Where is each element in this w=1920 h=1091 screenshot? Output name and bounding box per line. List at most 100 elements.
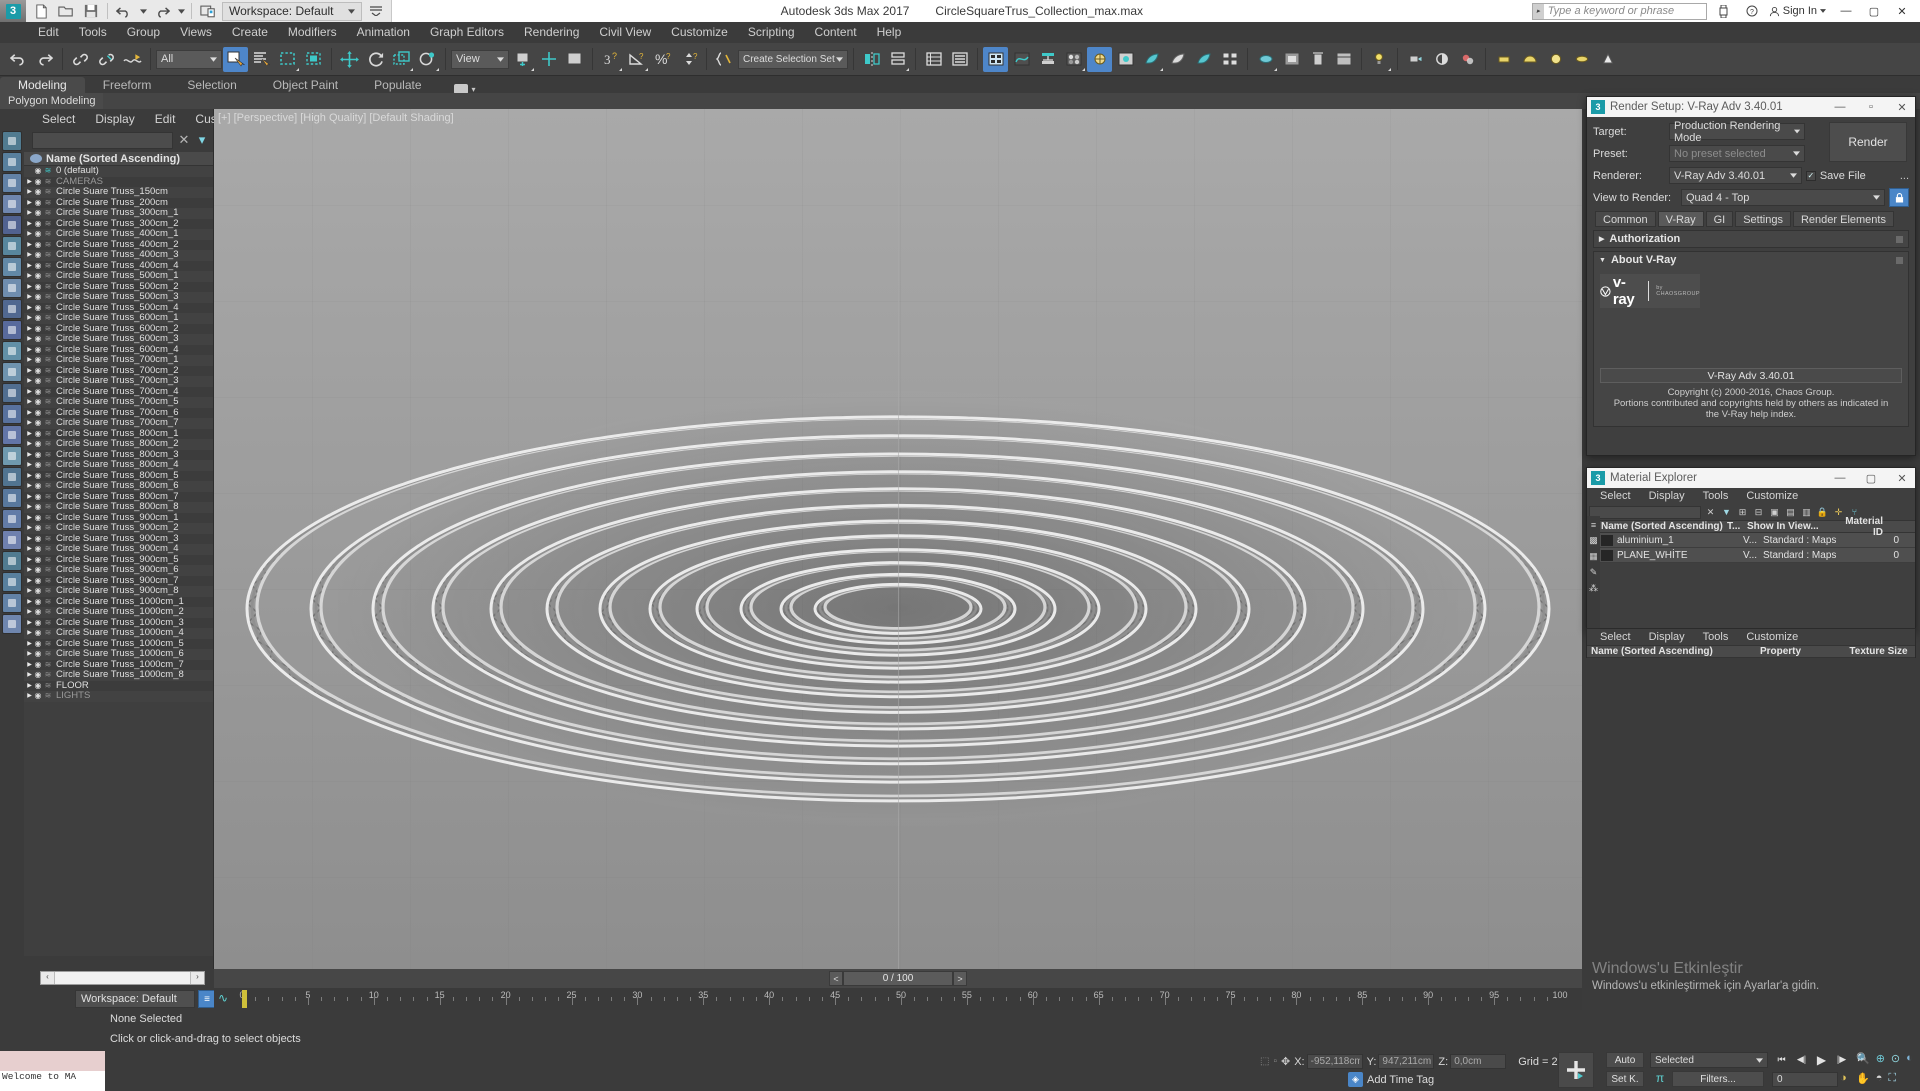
layer-stack-icon[interactable]: ≋ xyxy=(43,649,53,660)
expand-triangle-icon[interactable]: ▶ xyxy=(26,376,33,387)
select-and-place-icon[interactable] xyxy=(415,47,440,72)
visibility-eye-icon[interactable]: ◉ xyxy=(33,355,43,366)
ies-light-icon[interactable] xyxy=(1595,47,1620,72)
layer-stack-icon[interactable]: ≋ xyxy=(43,292,53,303)
layer-stack-icon[interactable]: ≋ xyxy=(43,618,53,629)
menu-item-views[interactable]: Views xyxy=(170,22,222,43)
clone-tool-icon[interactable] xyxy=(2,467,22,487)
render-in-cloud-icon[interactable] xyxy=(1217,47,1242,72)
expand-triangle-icon[interactable]: ▶ xyxy=(26,681,33,692)
expand-triangle-icon[interactable]: ▶ xyxy=(26,639,33,650)
scene-explorer-row[interactable]: ▶ ◉ ≋ Circle Suare Truss_900cm_7 xyxy=(24,575,213,586)
select-and-link-icon[interactable] xyxy=(68,47,93,72)
layer-stack-icon[interactable]: ≋ xyxy=(43,418,53,429)
layer-stack-icon[interactable]: ≋ xyxy=(43,607,53,618)
zoom-all-icon[interactable]: ⊕ xyxy=(1876,1052,1885,1065)
target-combo[interactable]: Production Rendering Mode xyxy=(1669,120,1805,144)
scene-explorer-row[interactable]: ▶ ◉ ≋ Circle Suare Truss_600cm_3 xyxy=(24,334,213,345)
visibility-eye-icon[interactable]: ◉ xyxy=(33,250,43,261)
pan-view-icon[interactable]: ✋ xyxy=(1856,1072,1870,1085)
save-icon[interactable] xyxy=(80,2,102,21)
layer-stack-icon[interactable]: ≋ xyxy=(43,639,53,650)
eyedropper-icon[interactable]: ✎ xyxy=(1587,566,1600,579)
reference-coordinate-combo[interactable]: View xyxy=(451,49,509,69)
expand-triangle-icon[interactable]: ▶ xyxy=(26,219,33,230)
layer-stack-icon[interactable]: ≋ xyxy=(43,628,53,639)
select-object-tool-icon[interactable] xyxy=(2,131,22,151)
layer-stack-icon[interactable]: ≋ xyxy=(43,282,53,293)
collapse-all-icon[interactable]: ⊟ xyxy=(1752,506,1765,519)
rollout-authorization[interactable]: ▶ Authorization xyxy=(1593,230,1909,248)
render-setup-tab-common[interactable]: Common xyxy=(1595,211,1656,227)
scene-explorer-row[interactable]: ▶ ◉ ≋ Circle Suare Truss_1000cm_7 xyxy=(24,659,213,670)
rect-selection-region-icon[interactable] xyxy=(275,47,300,72)
expand-triangle-icon[interactable]: ▶ xyxy=(26,523,33,534)
render-setup-minimize[interactable]: — xyxy=(1827,101,1853,113)
expand-triangle-icon[interactable]: ▶ xyxy=(26,250,33,261)
scene-explorer-row[interactable]: ▶ ◉ ≋ Circle Suare Truss_1000cm_8 xyxy=(24,670,213,681)
scene-explorer-row[interactable]: ▶ ◉ ≋ Circle Suare Truss_700cm_5 xyxy=(24,397,213,408)
material-explorer-menu-display[interactable]: Display xyxy=(1640,490,1694,502)
view-to-render-combo[interactable]: Quad 4 - Top xyxy=(1681,189,1885,206)
scene-explorer-row[interactable]: ▶ ◉ ≋ Circle Suare Truss_800cm_1 xyxy=(24,428,213,439)
expand-triangle-icon[interactable]: ▶ xyxy=(26,649,33,660)
layer-stack-icon[interactable]: ≋ xyxy=(43,261,53,272)
save-file-browse-button[interactable]: ... xyxy=(1900,170,1909,182)
layer-stack-icon[interactable]: ≋ xyxy=(43,502,53,513)
select-and-move-icon[interactable] xyxy=(337,47,362,72)
material-editor-icon[interactable] xyxy=(1061,47,1086,72)
preset-combo[interactable]: No preset selected xyxy=(1669,145,1805,162)
scene-explorer-row[interactable]: ▶ ◉ ≋ Circle Suare Truss_1000cm_1 xyxy=(24,596,213,608)
time-marker[interactable] xyxy=(242,990,247,1008)
layer-explorer-icon[interactable] xyxy=(921,47,946,72)
use-center-flyout-icon[interactable] xyxy=(510,47,535,72)
visibility-eye-icon[interactable]: ◉ xyxy=(33,303,43,314)
scene-explorer-row[interactable]: ▶ ◉ ≋ Circle Suare Truss_400cm_1 xyxy=(24,229,213,240)
transform-type-in-icon[interactable]: ✥ xyxy=(1281,1055,1290,1068)
menu-item-help[interactable]: Help xyxy=(867,22,912,43)
show-maps-icon[interactable]: ▤ xyxy=(1784,506,1797,519)
expand-triangle-icon[interactable]: ▶ xyxy=(26,324,33,335)
lock-icon[interactable]: 🔒 xyxy=(1816,506,1829,519)
environment-effects-icon[interactable] xyxy=(1455,47,1480,72)
expand-triangle-icon[interactable]: ▶ xyxy=(26,492,33,503)
create-selection-set-combo[interactable]: Create Selection Set xyxy=(738,49,848,69)
keyboard-shortcut-override-icon[interactable] xyxy=(562,47,587,72)
menu-item-customize[interactable]: Customize xyxy=(661,22,738,43)
rollout-authorization-header[interactable]: ▶ Authorization xyxy=(1594,231,1908,247)
visibility-eye-icon[interactable]: ◉ xyxy=(33,555,43,566)
go-to-start-button[interactable]: ⏮ xyxy=(1774,1052,1789,1067)
rollout-pin-icon[interactable] xyxy=(1896,235,1903,243)
rollout-about-vray-header[interactable]: ▼ About V-Ray xyxy=(1594,252,1908,268)
layer-stack-icon[interactable]: ≋ xyxy=(43,450,53,461)
sub-explorer-menu-tools[interactable]: Tools xyxy=(1694,631,1738,643)
layer-stack-icon[interactable]: ≋ xyxy=(43,597,53,608)
absolute-relative-icon[interactable]: ▫ xyxy=(1273,1056,1277,1067)
clear-search-icon[interactable]: ✕ xyxy=(177,132,191,148)
menu-item-content[interactable]: Content xyxy=(805,22,867,43)
measure-tool-icon[interactable] xyxy=(2,215,22,235)
sub-explorer-columns[interactable]: Name (Sorted Ascending) Property Texture S… xyxy=(1587,645,1915,658)
lock-view-button[interactable] xyxy=(1889,188,1909,207)
set-key-filters-icon[interactable]: π xyxy=(1652,1071,1668,1087)
redo-dropdown-icon[interactable] xyxy=(176,2,186,21)
layer-stack-icon[interactable]: ≋ xyxy=(43,460,53,471)
ribbon-tab-populate[interactable]: Populate xyxy=(356,77,439,94)
exposure-control-icon[interactable] xyxy=(1429,47,1454,72)
mini-listener[interactable]: Welcome to MA xyxy=(0,1051,105,1091)
sub-column-header[interactable]: Property xyxy=(1756,646,1845,657)
material-explorer-close[interactable]: ✕ xyxy=(1889,472,1915,485)
scene-converter-icon[interactable] xyxy=(1331,47,1356,72)
ribbon-panel-polygon-modeling[interactable]: Polygon Modeling xyxy=(0,93,104,109)
menu-item-create[interactable]: Create xyxy=(222,22,278,43)
geometry-tool-icon[interactable] xyxy=(2,383,22,403)
visibility-eye-icon[interactable]: ◉ xyxy=(33,177,43,188)
filter-dropdown-icon[interactable]: ▾ xyxy=(195,132,209,148)
scene-explorer-row[interactable]: ▶ ◉ ≋ Circle Suare Truss_600cm_2 xyxy=(24,323,213,335)
expand-triangle-icon[interactable]: ▶ xyxy=(26,282,33,293)
render-iterative-icon[interactable] xyxy=(1165,47,1190,72)
list-view-icon[interactable]: ≡ xyxy=(1587,518,1600,531)
material-explorer-menu-customize[interactable]: Customize xyxy=(1737,490,1807,502)
unlink-selection-icon[interactable] xyxy=(94,47,119,72)
layer-stack-icon[interactable]: ≋ xyxy=(43,555,53,566)
